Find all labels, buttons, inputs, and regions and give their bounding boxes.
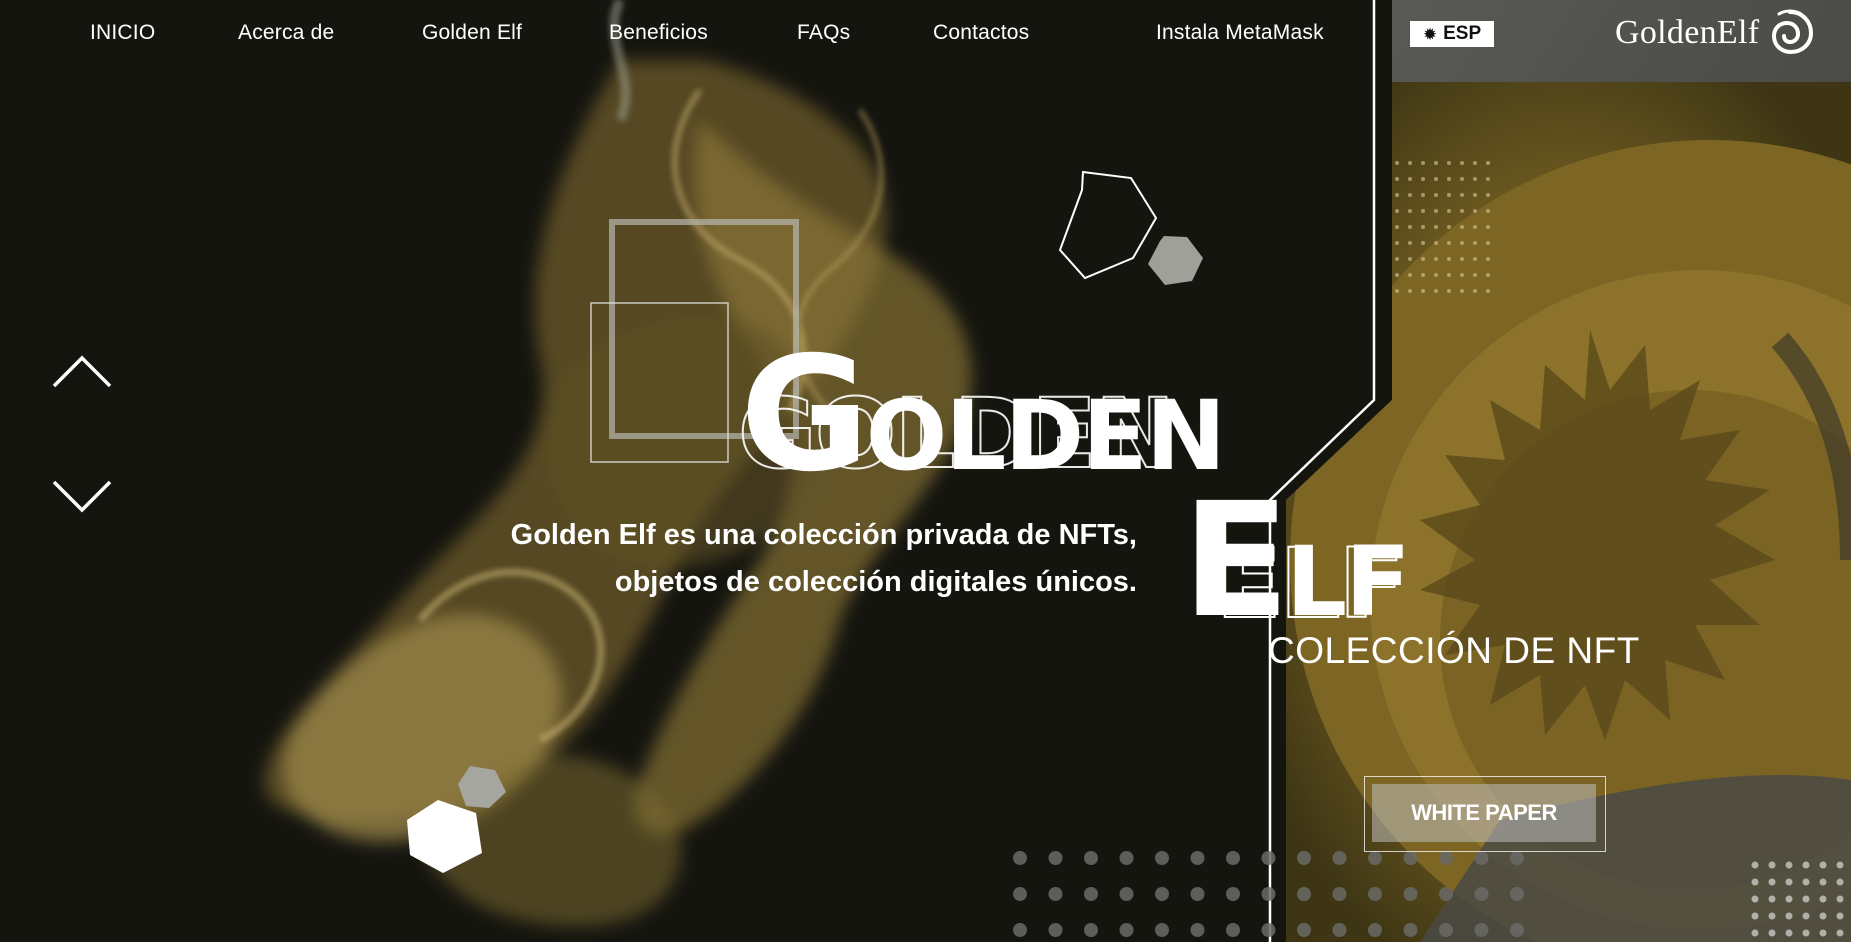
title-golden-initial: G [740, 323, 870, 507]
language-label: ESP [1443, 23, 1482, 44]
top-navigation: INICIO Acerca de Golden Elf Beneficios F… [0, 0, 1851, 68]
hero-subtitle-line-2: objetos de colección digitales únicos. [614, 566, 1137, 598]
hexagon-outline [1058, 170, 1158, 280]
white-paper-button[interactable]: WHITE PAPER [1372, 784, 1596, 842]
nav-item-beneficios[interactable]: Beneficios [609, 21, 708, 45]
chevron-down-icon[interactable] [50, 474, 114, 518]
spiral-icon [1772, 9, 1814, 55]
hero-subtitle-line-1: Golden Elf es una colección privada de N… [510, 519, 1137, 551]
title-elf-rest: LF [1285, 526, 1411, 638]
title-elf: ELF [1182, 482, 1411, 640]
hero-subtitle: Golden Elf es una colección privada de N… [337, 512, 1137, 606]
chevron-up-icon[interactable] [50, 350, 114, 394]
nav-item-golden-elf[interactable]: Golden Elf [422, 21, 522, 45]
language-selector[interactable]: ✹ ESP [1410, 21, 1494, 47]
collection-label: COLECCIÓN DE NFT [1268, 630, 1640, 671]
hexagon-gray-small [1148, 236, 1203, 285]
title-elf-initial: E [1182, 469, 1290, 653]
nav-item-inicio[interactable]: INICIO [90, 21, 155, 45]
title-golden-rest: OLDEN [865, 380, 1226, 492]
nav-item-acerca-de[interactable]: Acerca de [238, 21, 334, 45]
nav-item-faqs[interactable]: FAQs [797, 21, 850, 45]
hero-section: INICIO Acerca de Golden Elf Beneficios F… [0, 0, 1851, 942]
nav-item-contactos[interactable]: Contactos [933, 21, 1029, 45]
title-golden: GOLDEN [740, 336, 1226, 494]
nav-item-instala-metamask[interactable]: Instala MetaMask [1156, 21, 1324, 45]
logo-text: GoldenElf [1615, 14, 1760, 51]
sun-icon: ✹ [1422, 24, 1438, 44]
brand-logo[interactable]: GoldenElf [1615, 6, 1815, 60]
